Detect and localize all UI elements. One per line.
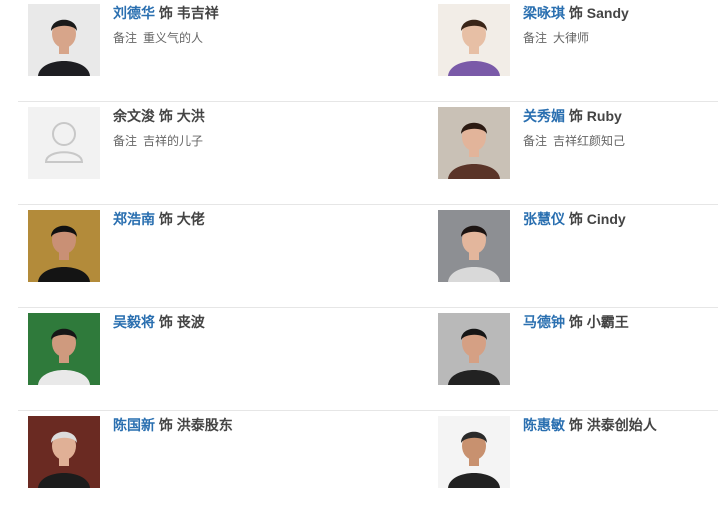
cast-member-info: 张慧仪 饰 Cindy bbox=[523, 209, 718, 229]
actor-photo[interactable] bbox=[28, 4, 100, 76]
actor-photo[interactable] bbox=[438, 4, 510, 76]
role-name: Sandy bbox=[586, 5, 629, 21]
role-name: 大佬 bbox=[176, 211, 205, 227]
cast-credit-line: 马德钟 饰 小霸王 bbox=[523, 312, 718, 332]
note-label: 备注 bbox=[523, 134, 548, 148]
note-label: 备注 bbox=[113, 134, 138, 148]
role-connector: 饰 bbox=[158, 417, 173, 433]
cast-member-item: 余文浚 饰 大洪 备注 吉祥的儿子 bbox=[28, 103, 358, 204]
actor-name-link[interactable]: 吴毅将 bbox=[113, 314, 155, 330]
role-connector: 饰 bbox=[568, 5, 583, 21]
cast-member-info: 陈惠敏 饰 洪泰创始人 bbox=[523, 415, 718, 435]
cast-credit-line: 余文浚 饰 大洪 bbox=[113, 106, 358, 126]
role-name: 洪泰创始人 bbox=[586, 417, 657, 433]
role-name: Cindy bbox=[586, 211, 626, 227]
cast-member-info: 陈国新 饰 洪泰股东 bbox=[113, 415, 358, 435]
role-connector: 饰 bbox=[568, 211, 583, 227]
cast-credit-line: 郑浩南 饰 大佬 bbox=[113, 209, 358, 229]
role-connector: 饰 bbox=[158, 211, 173, 227]
role-connector: 饰 bbox=[568, 417, 583, 433]
role-name: 小霸王 bbox=[586, 314, 629, 330]
cast-credit-line: 陈国新 饰 洪泰股东 bbox=[113, 415, 358, 435]
role-name: 丧波 bbox=[176, 314, 205, 330]
note-text: 重义气的人 bbox=[143, 31, 204, 45]
actor-name-link[interactable]: 梁咏琪 bbox=[523, 5, 565, 21]
role-note: 备注 重义气的人 bbox=[113, 29, 358, 47]
actor-photo[interactable] bbox=[28, 210, 100, 282]
actor-photo[interactable] bbox=[28, 416, 100, 488]
role-note: 备注 吉祥红颜知己 bbox=[523, 132, 718, 150]
actor-name-link[interactable]: 关秀媚 bbox=[523, 108, 565, 124]
role-connector: 饰 bbox=[568, 314, 583, 330]
cast-row: 余文浚 饰 大洪 备注 吉祥的儿子 关秀媚 饰 Ruby 备注 吉祥红颜知己 bbox=[18, 103, 718, 205]
cast-member-info: 马德钟 饰 小霸王 bbox=[523, 312, 718, 332]
actor-name-link[interactable]: 张慧仪 bbox=[523, 211, 565, 227]
cast-member-item: 刘德华 饰 韦吉祥 备注 重义气的人 bbox=[28, 0, 358, 101]
cast-member-info: 关秀媚 饰 Ruby 备注 吉祥红颜知己 bbox=[523, 106, 718, 150]
cast-member-item: 陈国新 饰 洪泰股东 bbox=[28, 412, 358, 514]
note-text: 大律师 bbox=[553, 31, 590, 45]
cast-row: 吴毅将 饰 丧波 马德钟 饰 小霸王 bbox=[18, 309, 718, 411]
cast-member-item: 吴毅将 饰 丧波 bbox=[28, 309, 358, 410]
cast-credit-line: 陈惠敏 饰 洪泰创始人 bbox=[523, 415, 718, 435]
role-connector: 饰 bbox=[158, 5, 173, 21]
actor-name-link[interactable]: 刘德华 bbox=[113, 5, 155, 21]
avatar-placeholder-icon[interactable] bbox=[28, 107, 100, 179]
cast-member-item: 梁咏琪 饰 Sandy 备注 大律师 bbox=[438, 0, 718, 101]
role-connector: 饰 bbox=[568, 108, 583, 124]
cast-member-item: 张慧仪 饰 Cindy bbox=[438, 206, 718, 307]
actor-photo[interactable] bbox=[438, 313, 510, 385]
note-label: 备注 bbox=[113, 31, 138, 45]
cast-credit-line: 吴毅将 饰 丧波 bbox=[113, 312, 358, 332]
role-note: 备注 大律师 bbox=[523, 29, 718, 47]
actor-name-link[interactable]: 陈惠敏 bbox=[523, 417, 565, 433]
cast-member-item: 陈惠敏 饰 洪泰创始人 bbox=[438, 412, 718, 514]
actor-name-link[interactable]: 马德钟 bbox=[523, 314, 565, 330]
actor-photo[interactable] bbox=[438, 107, 510, 179]
cast-credit-line: 张慧仪 饰 Cindy bbox=[523, 209, 718, 229]
cast-row: 刘德华 饰 韦吉祥 备注 重义气的人 梁咏琪 饰 Sandy 备注 大律师 bbox=[18, 0, 718, 102]
cast-credit-line: 刘德华 饰 韦吉祥 bbox=[113, 3, 358, 23]
cast-member-info: 刘德华 饰 韦吉祥 备注 重义气的人 bbox=[113, 3, 358, 47]
cast-member-item: 关秀媚 饰 Ruby 备注 吉祥红颜知己 bbox=[438, 103, 718, 204]
role-name: 大洪 bbox=[176, 108, 205, 124]
note-label: 备注 bbox=[523, 31, 548, 45]
cast-credit-line: 关秀媚 饰 Ruby bbox=[523, 106, 718, 126]
cast-member-info: 郑浩南 饰 大佬 bbox=[113, 209, 358, 229]
role-name: 韦吉祥 bbox=[176, 5, 219, 21]
actor-name-link[interactable]: 郑浩南 bbox=[113, 211, 155, 227]
cast-row: 郑浩南 饰 大佬 张慧仪 饰 Cindy bbox=[18, 206, 718, 308]
role-connector: 饰 bbox=[158, 108, 173, 124]
role-note: 备注 吉祥的儿子 bbox=[113, 132, 358, 150]
note-text: 吉祥红颜知己 bbox=[553, 134, 626, 148]
actor-name-link: 余文浚 bbox=[113, 108, 155, 124]
actor-photo[interactable] bbox=[28, 313, 100, 385]
actor-name-link[interactable]: 陈国新 bbox=[113, 417, 155, 433]
note-text: 吉祥的儿子 bbox=[143, 134, 204, 148]
role-name: 洪泰股东 bbox=[176, 417, 233, 433]
actor-photo[interactable] bbox=[438, 210, 510, 282]
cast-row: 陈国新 饰 洪泰股东 陈惠敏 饰 洪泰创始人 bbox=[18, 412, 718, 514]
cast-credit-line: 梁咏琪 饰 Sandy bbox=[523, 3, 718, 23]
cast-member-info: 余文浚 饰 大洪 备注 吉祥的儿子 bbox=[113, 106, 358, 150]
cast-member-item: 郑浩南 饰 大佬 bbox=[28, 206, 358, 307]
role-name: Ruby bbox=[586, 108, 622, 124]
cast-member-item: 马德钟 饰 小霸王 bbox=[438, 309, 718, 410]
cast-member-info: 梁咏琪 饰 Sandy 备注 大律师 bbox=[523, 3, 718, 47]
cast-member-info: 吴毅将 饰 丧波 bbox=[113, 312, 358, 332]
role-connector: 饰 bbox=[158, 314, 173, 330]
actor-photo[interactable] bbox=[438, 416, 510, 488]
